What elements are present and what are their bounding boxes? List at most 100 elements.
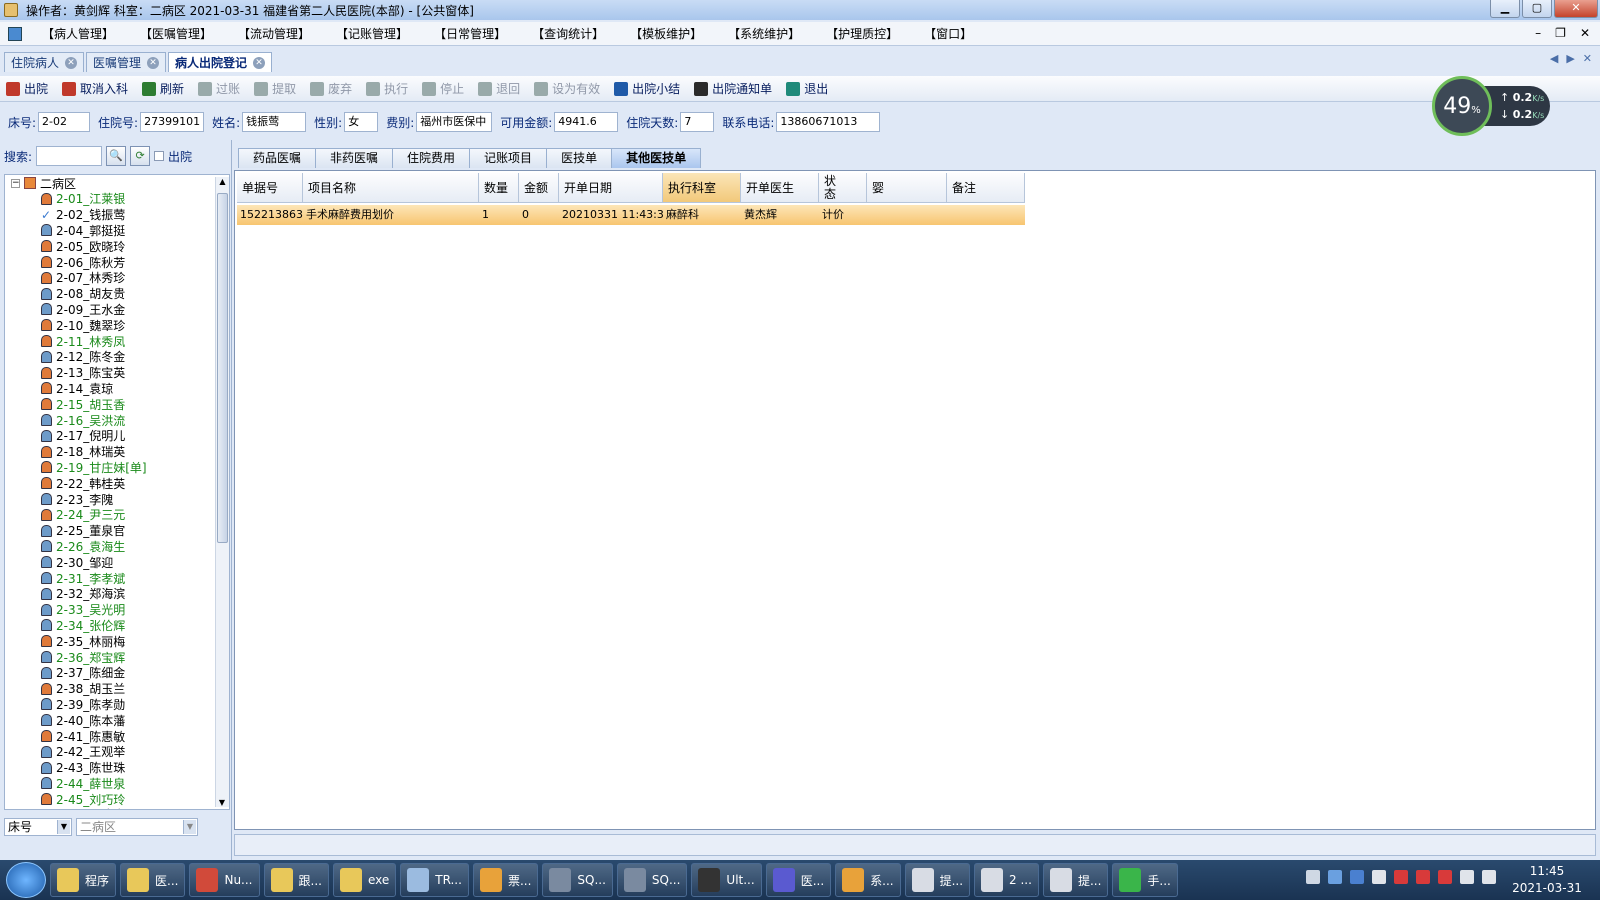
- menu-item-0[interactable]: 【病人管理】: [30, 25, 128, 42]
- patient-tree-item[interactable]: 2-33_吴光明: [5, 602, 229, 618]
- scroll-up-icon[interactable]: ▲: [216, 177, 229, 186]
- chevron-down-icon[interactable]: ▼: [183, 820, 196, 834]
- taskbar-item-13[interactable]: 2 ...: [974, 863, 1039, 897]
- app-tray-icon-2[interactable]: [1438, 870, 1452, 884]
- patient-tree-item[interactable]: 2-42_王观举: [5, 744, 229, 760]
- table-row[interactable]: 152213863 手术麻醉费用划价 1 0 20210331 11:43:32 麻醉科 黄…: [237, 205, 1025, 225]
- scroll-down-icon[interactable]: ▼: [216, 798, 228, 807]
- phone-field[interactable]: 13860671013: [776, 112, 881, 132]
- patient-tree-item[interactable]: 2-13_陈宝英: [5, 365, 229, 381]
- column-header[interactable]: 开单日期: [559, 173, 663, 203]
- close-icon[interactable]: ✕: [65, 56, 78, 69]
- menu-item-8[interactable]: 【护理质控】: [814, 25, 912, 42]
- close-button[interactable]: ✕: [1554, 0, 1598, 18]
- toolbar-button-7[interactable]: 停止: [422, 80, 464, 97]
- patient-tree-item[interactable]: 2-23_李隗: [5, 491, 229, 507]
- taskbar-item-9[interactable]: Ult...: [691, 863, 762, 897]
- menu-item-5[interactable]: 【查询统计】: [520, 25, 618, 42]
- toolbar-button-5[interactable]: 废弃: [310, 80, 352, 97]
- search-button[interactable]: 🔍: [106, 146, 127, 166]
- admission-no-field[interactable]: 27399101: [140, 112, 205, 132]
- menu-item-4[interactable]: 【日常管理】: [422, 25, 520, 42]
- mdi-close-icon[interactable]: ✕: [1580, 26, 1590, 40]
- patient-tree-item[interactable]: 2-12_陈冬金: [5, 349, 229, 365]
- patient-tree-item[interactable]: 2-30_邹迎: [5, 554, 229, 570]
- taskbar-item-1[interactable]: 医...: [120, 863, 186, 897]
- patient-tree-item[interactable]: 2-35_林丽梅: [5, 633, 229, 649]
- column-header[interactable]: 金额: [519, 173, 559, 203]
- search-input[interactable]: [36, 146, 103, 166]
- patient-tree-item[interactable]: 2-24_尹三元: [5, 507, 229, 523]
- volume-icon[interactable]: [1482, 870, 1496, 884]
- patient-tree-item[interactable]: 2-45_刘巧玲: [5, 791, 229, 807]
- patient-tree-item[interactable]: 2-19_甘庄妹[单]: [5, 460, 229, 476]
- column-header[interactable]: 婴: [867, 173, 947, 203]
- tab-next-icon[interactable]: ▶: [1566, 52, 1574, 65]
- column-header[interactable]: 开单医生: [741, 173, 819, 203]
- patient-tree-item[interactable]: ✓ 2-02_钱振莺: [5, 207, 229, 223]
- collapse-icon[interactable]: −: [11, 178, 20, 188]
- sub-tab-1[interactable]: 非药医嘱: [315, 148, 394, 168]
- menu-item-6[interactable]: 【模板维护】: [618, 25, 716, 42]
- taskbar-item-12[interactable]: 提...: [904, 863, 971, 897]
- tree-scrollbar[interactable]: ▲ ▼: [215, 177, 229, 807]
- chevron-down-icon[interactable]: ▼: [57, 820, 70, 834]
- column-header[interactable]: 数量: [479, 173, 519, 203]
- toolbar-button-12[interactable]: 退出: [786, 80, 828, 97]
- toolbar-button-2[interactable]: 刷新: [142, 80, 184, 97]
- patient-tree-item[interactable]: 2-43_陈世珠: [5, 760, 229, 776]
- patient-tree-item[interactable]: 2-04_郭挺挺: [5, 223, 229, 239]
- toolbar-button-1[interactable]: 取消入科: [62, 80, 128, 97]
- ward-combo[interactable]: 二病区 ▼: [76, 818, 198, 836]
- patient-tree-item[interactable]: 2-31_李孝斌: [5, 570, 229, 586]
- name-field[interactable]: 钱振莺: [242, 112, 307, 132]
- patient-tree-item[interactable]: 2-25_董泉官: [5, 523, 229, 539]
- patient-tree-item[interactable]: 2-32_郑海滨: [5, 586, 229, 602]
- fee-type-field[interactable]: 福州市医保中: [416, 112, 493, 132]
- mdi-minimize-icon[interactable]: –: [1535, 26, 1541, 40]
- sub-tab-2[interactable]: 住院费用: [392, 148, 471, 168]
- taskbar-item-5[interactable]: TR...: [400, 863, 469, 897]
- network-icon[interactable]: [1328, 870, 1342, 884]
- mdi-restore-icon[interactable]: ❐: [1555, 26, 1566, 40]
- sub-tab-4[interactable]: 医技单: [546, 148, 613, 168]
- taskbar-item-8[interactable]: SQ...: [616, 863, 688, 897]
- toolbar-button-6[interactable]: 执行: [366, 80, 408, 97]
- taskbar-item-3[interactable]: 跟...: [263, 863, 329, 897]
- patient-tree-item[interactable]: 2-34_张伦辉: [5, 618, 229, 634]
- menu-item-9[interactable]: 【窗口】: [912, 25, 986, 42]
- taskbar-item-14[interactable]: 提...: [1042, 863, 1109, 897]
- discharge-checkbox[interactable]: [154, 151, 165, 161]
- days-field[interactable]: 7: [680, 112, 715, 132]
- column-header[interactable]: 备注: [947, 173, 1025, 203]
- menu-item-2[interactable]: 【流动管理】: [226, 25, 324, 42]
- balance-field[interactable]: 4941.6: [554, 112, 619, 132]
- patient-tree-item[interactable]: 2-44_薛世泉: [5, 775, 229, 791]
- menu-item-3[interactable]: 【记账管理】: [324, 25, 422, 42]
- toolbar-button-10[interactable]: 出院小结: [614, 80, 680, 97]
- clock[interactable]: 11:45 2021-03-31: [1504, 863, 1590, 897]
- scroll-thumb[interactable]: [217, 193, 228, 543]
- refresh-list-button[interactable]: ⟳: [130, 146, 151, 166]
- patient-tree-item[interactable]: 2-14_袁琼: [5, 381, 229, 397]
- close-icon[interactable]: ✕: [253, 56, 266, 69]
- taskbar-item-2[interactable]: Nu...: [189, 863, 260, 897]
- column-header[interactable]: 项目名称: [303, 173, 479, 203]
- close-icon[interactable]: ✕: [147, 56, 160, 69]
- column-header[interactable]: 状态: [819, 173, 867, 203]
- taskbar-item-0[interactable]: 程序: [50, 863, 117, 897]
- patient-tree-item[interactable]: 2-05_欧晓玲: [5, 238, 229, 254]
- taskbar-item-10[interactable]: 医...: [765, 863, 832, 897]
- tab-close-all-icon[interactable]: ✕: [1583, 52, 1592, 65]
- column-header[interactable]: 执行科室: [663, 173, 741, 203]
- patient-tree-item[interactable]: 2-18_林瑞英: [5, 444, 229, 460]
- patient-tree-item[interactable]: 2-37_陈细金: [5, 665, 229, 681]
- patient-tree-item[interactable]: 2-22_韩桂英: [5, 475, 229, 491]
- patient-tree-item[interactable]: 2-01_江莱银: [5, 191, 229, 207]
- monitor-icon[interactable]: [1372, 870, 1386, 884]
- flag-icon[interactable]: [1460, 870, 1474, 884]
- menu-item-1[interactable]: 【医嘱管理】: [128, 25, 226, 42]
- taskbar-item-6[interactable]: 票...: [472, 863, 539, 897]
- shield-icon[interactable]: [1350, 870, 1364, 884]
- patient-tree-item[interactable]: 2-17_倪明儿: [5, 428, 229, 444]
